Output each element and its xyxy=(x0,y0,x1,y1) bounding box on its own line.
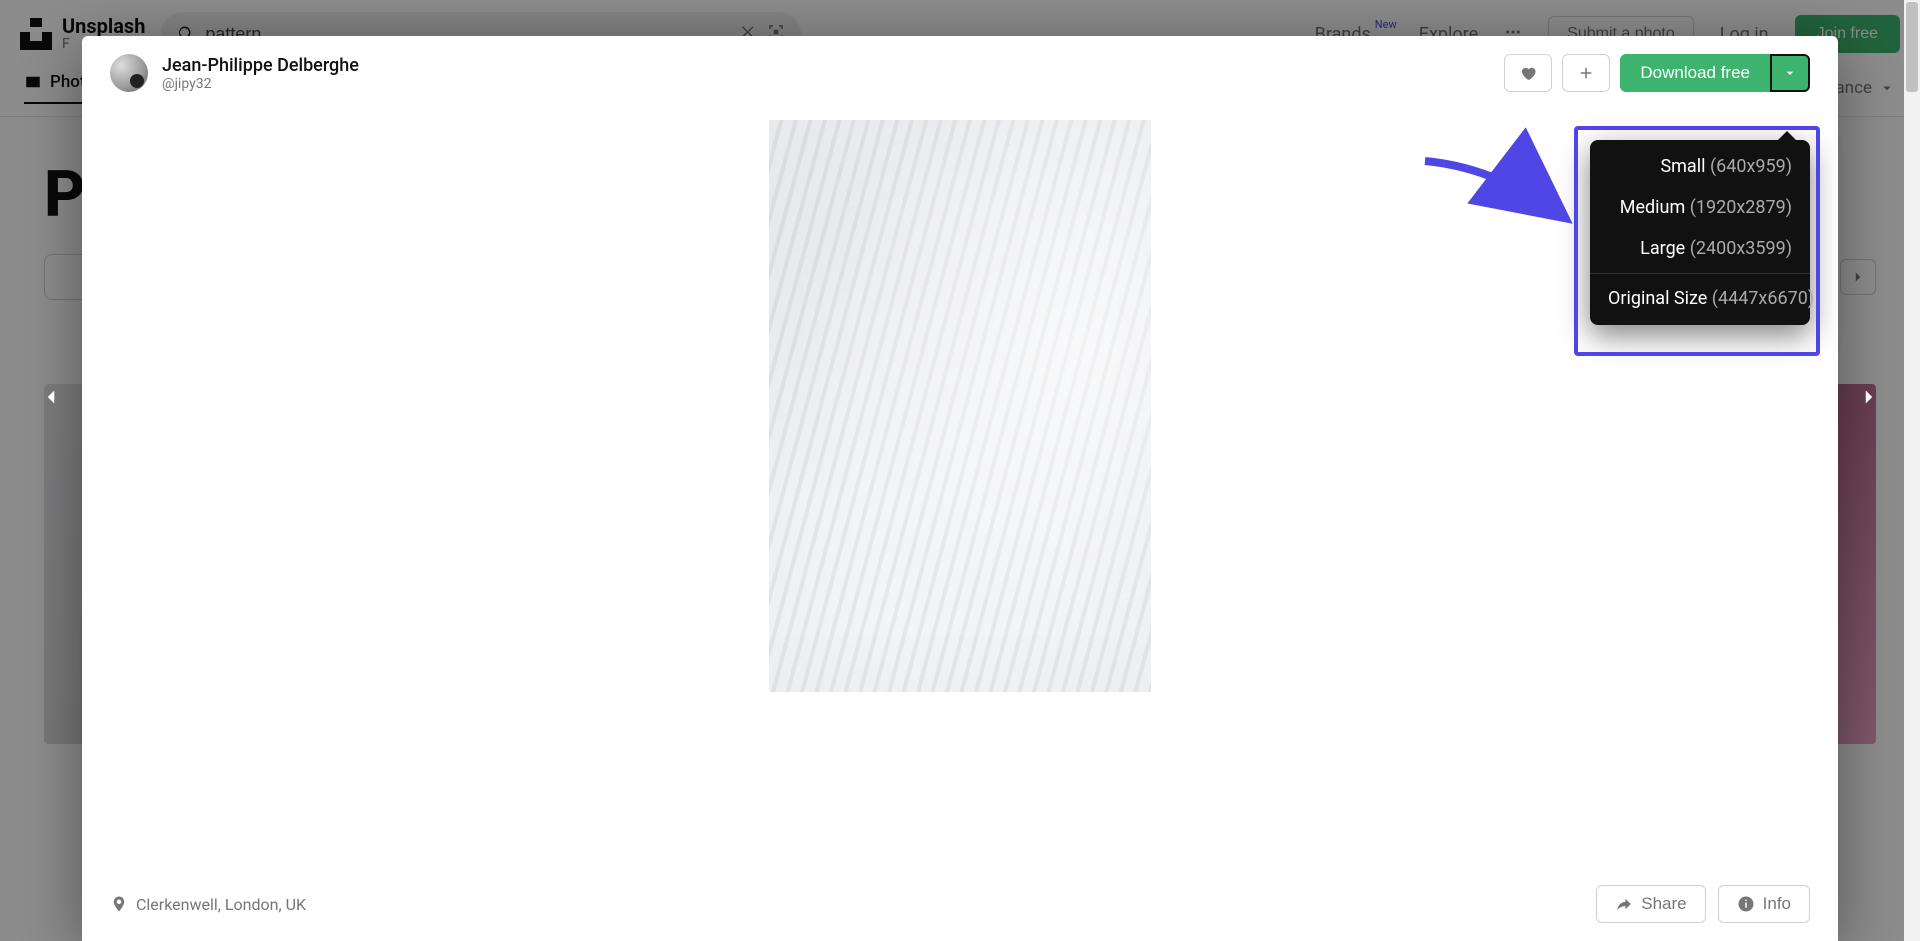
author-name: Jean-Philippe Delberghe xyxy=(162,55,359,76)
size-option-original[interactable]: Original Size (4447x6670) xyxy=(1590,278,1810,319)
author-block[interactable]: Jean-Philippe Delberghe @jipy32 xyxy=(162,55,359,92)
photo-location[interactable]: Clerkenwell, London, UK xyxy=(110,895,306,914)
size-option-small[interactable]: Small (640x959) xyxy=(1590,146,1810,187)
info-button[interactable]: Info xyxy=(1718,885,1810,923)
modal-header: Jean-Philippe Delberghe @jipy32 Download… xyxy=(82,36,1838,110)
location-text: Clerkenwell, London, UK xyxy=(136,895,306,914)
add-to-collection-button[interactable] xyxy=(1562,54,1610,92)
download-free-button[interactable]: Download free xyxy=(1620,54,1770,92)
photo-modal: Jean-Philippe Delberghe @jipy32 Download… xyxy=(82,36,1838,941)
scrollbar[interactable] xyxy=(1904,0,1920,941)
share-button[interactable]: Share xyxy=(1596,885,1705,923)
size-option-large[interactable]: Large (2400x3599) xyxy=(1590,228,1810,269)
location-pin-icon xyxy=(110,895,128,913)
info-icon xyxy=(1737,895,1755,913)
download-size-toggle[interactable] xyxy=(1770,54,1810,92)
share-icon xyxy=(1615,895,1633,913)
modal-actions: Download free xyxy=(1504,54,1810,92)
author-avatar[interactable] xyxy=(110,54,148,92)
author-handle: @jipy32 xyxy=(162,76,359,92)
modal-image-area xyxy=(82,110,1838,871)
download-group: Download free xyxy=(1620,54,1810,92)
menu-separator xyxy=(1590,273,1810,274)
size-option-medium[interactable]: Medium (1920x2879) xyxy=(1590,187,1810,228)
prev-photo-arrow[interactable] xyxy=(30,376,72,418)
next-photo-arrow[interactable] xyxy=(1848,376,1890,418)
modal-footer: Clerkenwell, London, UK Share Info xyxy=(82,871,1838,941)
download-size-menu: Small (640x959) Medium (1920x2879) Large… xyxy=(1590,140,1810,325)
like-button[interactable] xyxy=(1504,54,1552,92)
photo-preview[interactable] xyxy=(769,120,1151,692)
